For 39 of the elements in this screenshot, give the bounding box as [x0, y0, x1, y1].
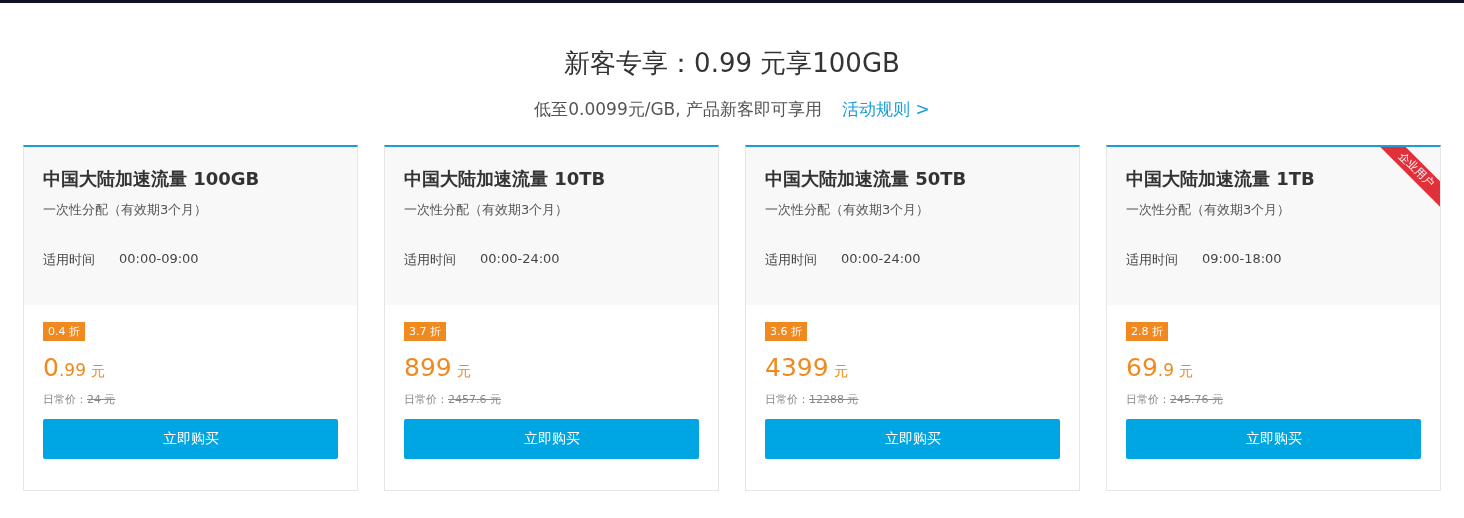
price: 0.99 元: [43, 352, 106, 384]
allocation-text: 一次性分配（有效期3个月）: [43, 201, 209, 219]
time-range: 09:00-18:00: [1202, 251, 1282, 268]
rules-link[interactable]: 活动规则 >: [842, 97, 930, 121]
regular-price: 245.76 元: [1170, 393, 1223, 406]
plan-name: 中国大陆加速流量 50TB: [765, 167, 967, 191]
regular-price: 12288 元: [809, 393, 859, 406]
time-label: 适用时间: [1126, 251, 1178, 269]
plan-name: 中国大陆加速流量 1TB: [1126, 167, 1315, 191]
buy-button[interactable]: 立即购买: [404, 419, 699, 459]
discount-badge: 2.8 折: [1126, 322, 1168, 341]
regular-price-label: 日常价：: [1126, 393, 1170, 406]
time-label: 适用时间: [43, 251, 95, 269]
buy-button[interactable]: 立即购买: [765, 419, 1060, 459]
price: 4399 元: [765, 352, 848, 384]
buy-button[interactable]: 立即购买: [1126, 419, 1421, 459]
buy-button[interactable]: 立即购买: [43, 419, 338, 459]
regular-price-label: 日常价：: [404, 393, 448, 406]
time-label: 适用时间: [404, 251, 456, 269]
discount-badge: 3.6 折: [765, 322, 807, 341]
subtitle: 低至0.0099元/GB, 产品新客即可享用: [534, 98, 823, 121]
regular-price-label: 日常价：: [43, 393, 87, 406]
regular-price-label: 日常价：: [765, 393, 809, 406]
page-title: 新客专享：0.99 元享100GB: [564, 47, 900, 80]
allocation-text: 一次性分配（有效期3个月）: [765, 201, 931, 219]
discount-badge: 0.4 折: [43, 322, 85, 341]
time-label: 适用时间: [765, 251, 817, 269]
time-range: 00:00-24:00: [841, 251, 921, 268]
price: 899 元: [404, 352, 471, 384]
discount-badge: 3.7 折: [404, 322, 446, 341]
allocation-text: 一次性分配（有效期3个月）: [1126, 201, 1292, 219]
allocation-text: 一次性分配（有效期3个月）: [404, 201, 570, 219]
time-range: 00:00-09:00: [119, 251, 199, 268]
time-range: 00:00-24:00: [480, 251, 560, 268]
plan-name: 中国大陆加速流量 100GB: [43, 167, 260, 191]
price: 69.9 元: [1126, 352, 1194, 384]
regular-price: 24 元: [87, 393, 116, 406]
plan-name: 中国大陆加速流量 10TB: [404, 167, 606, 191]
regular-price: 2457.6 元: [448, 393, 501, 406]
